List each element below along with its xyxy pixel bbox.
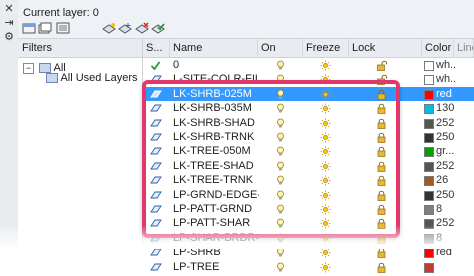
- column-header-linetype[interactable]: Line: [454, 39, 474, 57]
- color-swatch[interactable]: [424, 89, 434, 100]
- color-name: red: [436, 87, 452, 100]
- linetype-cell[interactable]: [458, 260, 474, 274]
- linetype-cell[interactable]: [458, 58, 474, 72]
- color-name: [436, 260, 456, 274]
- color-swatch[interactable]: [424, 248, 434, 259]
- close-icon[interactable]: ✕: [3, 3, 15, 15]
- callout-highlight: [142, 80, 400, 238]
- current-layer-label: Current layer: 0: [23, 7, 99, 19]
- color-name: 252: [436, 159, 455, 172]
- layer-name[interactable]: 0: [173, 58, 259, 72]
- sun-icon[interactable]: [320, 262, 331, 276]
- color-name: 250: [436, 188, 455, 201]
- color-swatch[interactable]: [424, 118, 434, 129]
- linetype-cell[interactable]: [458, 101, 474, 115]
- color-name: wh...: [436, 59, 456, 71]
- color-name: gr...: [436, 145, 455, 158]
- color-swatch[interactable]: [424, 176, 434, 187]
- color-name: 8: [436, 203, 443, 215]
- linetype-cell[interactable]: [458, 130, 474, 144]
- color-swatch[interactable]: [424, 61, 434, 71]
- color-swatch[interactable]: [424, 205, 434, 215]
- linetype-cell[interactable]: [458, 116, 474, 130]
- linetype-cell[interactable]: [458, 188, 474, 202]
- layers-filter-icon: [46, 73, 58, 84]
- linetype-cell[interactable]: [458, 173, 474, 187]
- linetype-cell[interactable]: [458, 72, 474, 86]
- linetype-cell[interactable]: [458, 159, 474, 173]
- column-header-status[interactable]: S...: [143, 39, 170, 57]
- linetype-cell[interactable]: [458, 87, 474, 101]
- linetype-cell[interactable]: [458, 202, 474, 216]
- tree-node-all-used-layers[interactable]: All Used Layers: [46, 72, 138, 84]
- new-property-filter-icon[interactable]: [22, 22, 36, 34]
- layer-row[interactable]: 0 wh...: [143, 58, 474, 72]
- column-header-color[interactable]: Color: [422, 39, 454, 57]
- palette-side-strip: ✕ ⇥ ⚙: [0, 0, 19, 249]
- lock-icon[interactable]: [377, 262, 386, 276]
- color-swatch[interactable]: [424, 75, 434, 86]
- lightbulb-icon[interactable]: [276, 262, 285, 276]
- filters-title: Filters: [18, 39, 142, 58]
- bottom-fade: [0, 225, 474, 249]
- layer-name[interactable]: LP-TREE: [173, 260, 259, 274]
- delete-layer-icon[interactable]: [135, 22, 149, 34]
- color-name: 26: [436, 174, 449, 187]
- color-swatch[interactable]: [424, 262, 434, 273]
- color-swatch[interactable]: [424, 161, 434, 172]
- color-name: 250: [436, 131, 455, 143]
- collapse-icon[interactable]: −: [23, 62, 34, 74]
- filters-pane: Filters − All All Used Layers: [18, 39, 143, 249]
- new-layer-vp-frozen-icon[interactable]: [118, 22, 132, 34]
- color-name: 130: [436, 102, 455, 115]
- layer-status-icon: [150, 262, 162, 276]
- new-group-filter-icon[interactable]: [38, 22, 52, 34]
- column-header-on[interactable]: On: [258, 39, 303, 57]
- layer-row[interactable]: LP-TREE: [143, 260, 474, 274]
- layer-manager-header: Current layer: 0: [18, 0, 474, 39]
- column-header-lock[interactable]: Lock: [349, 39, 422, 57]
- layer-states-manager-icon[interactable]: [56, 22, 70, 34]
- column-header-freeze[interactable]: Freeze: [303, 39, 349, 57]
- color-name: wh...: [436, 73, 456, 86]
- color-swatch[interactable]: [424, 104, 434, 115]
- color-swatch[interactable]: [424, 190, 434, 201]
- auto-hide-icon[interactable]: ⇥: [3, 17, 15, 29]
- new-layer-icon[interactable]: [102, 22, 116, 34]
- linetype-cell[interactable]: [458, 144, 474, 158]
- column-header-name[interactable]: Name: [170, 39, 258, 57]
- color-name: 252: [436, 116, 455, 129]
- color-swatch[interactable]: [424, 147, 434, 158]
- properties-icon[interactable]: ⚙: [3, 31, 15, 43]
- layer-list-header: S... Name On Freeze Lock Color Line: [143, 39, 474, 58]
- tree-node-label: All Used Layers: [60, 72, 138, 84]
- color-swatch[interactable]: [424, 133, 434, 143]
- set-current-icon[interactable]: [151, 22, 165, 34]
